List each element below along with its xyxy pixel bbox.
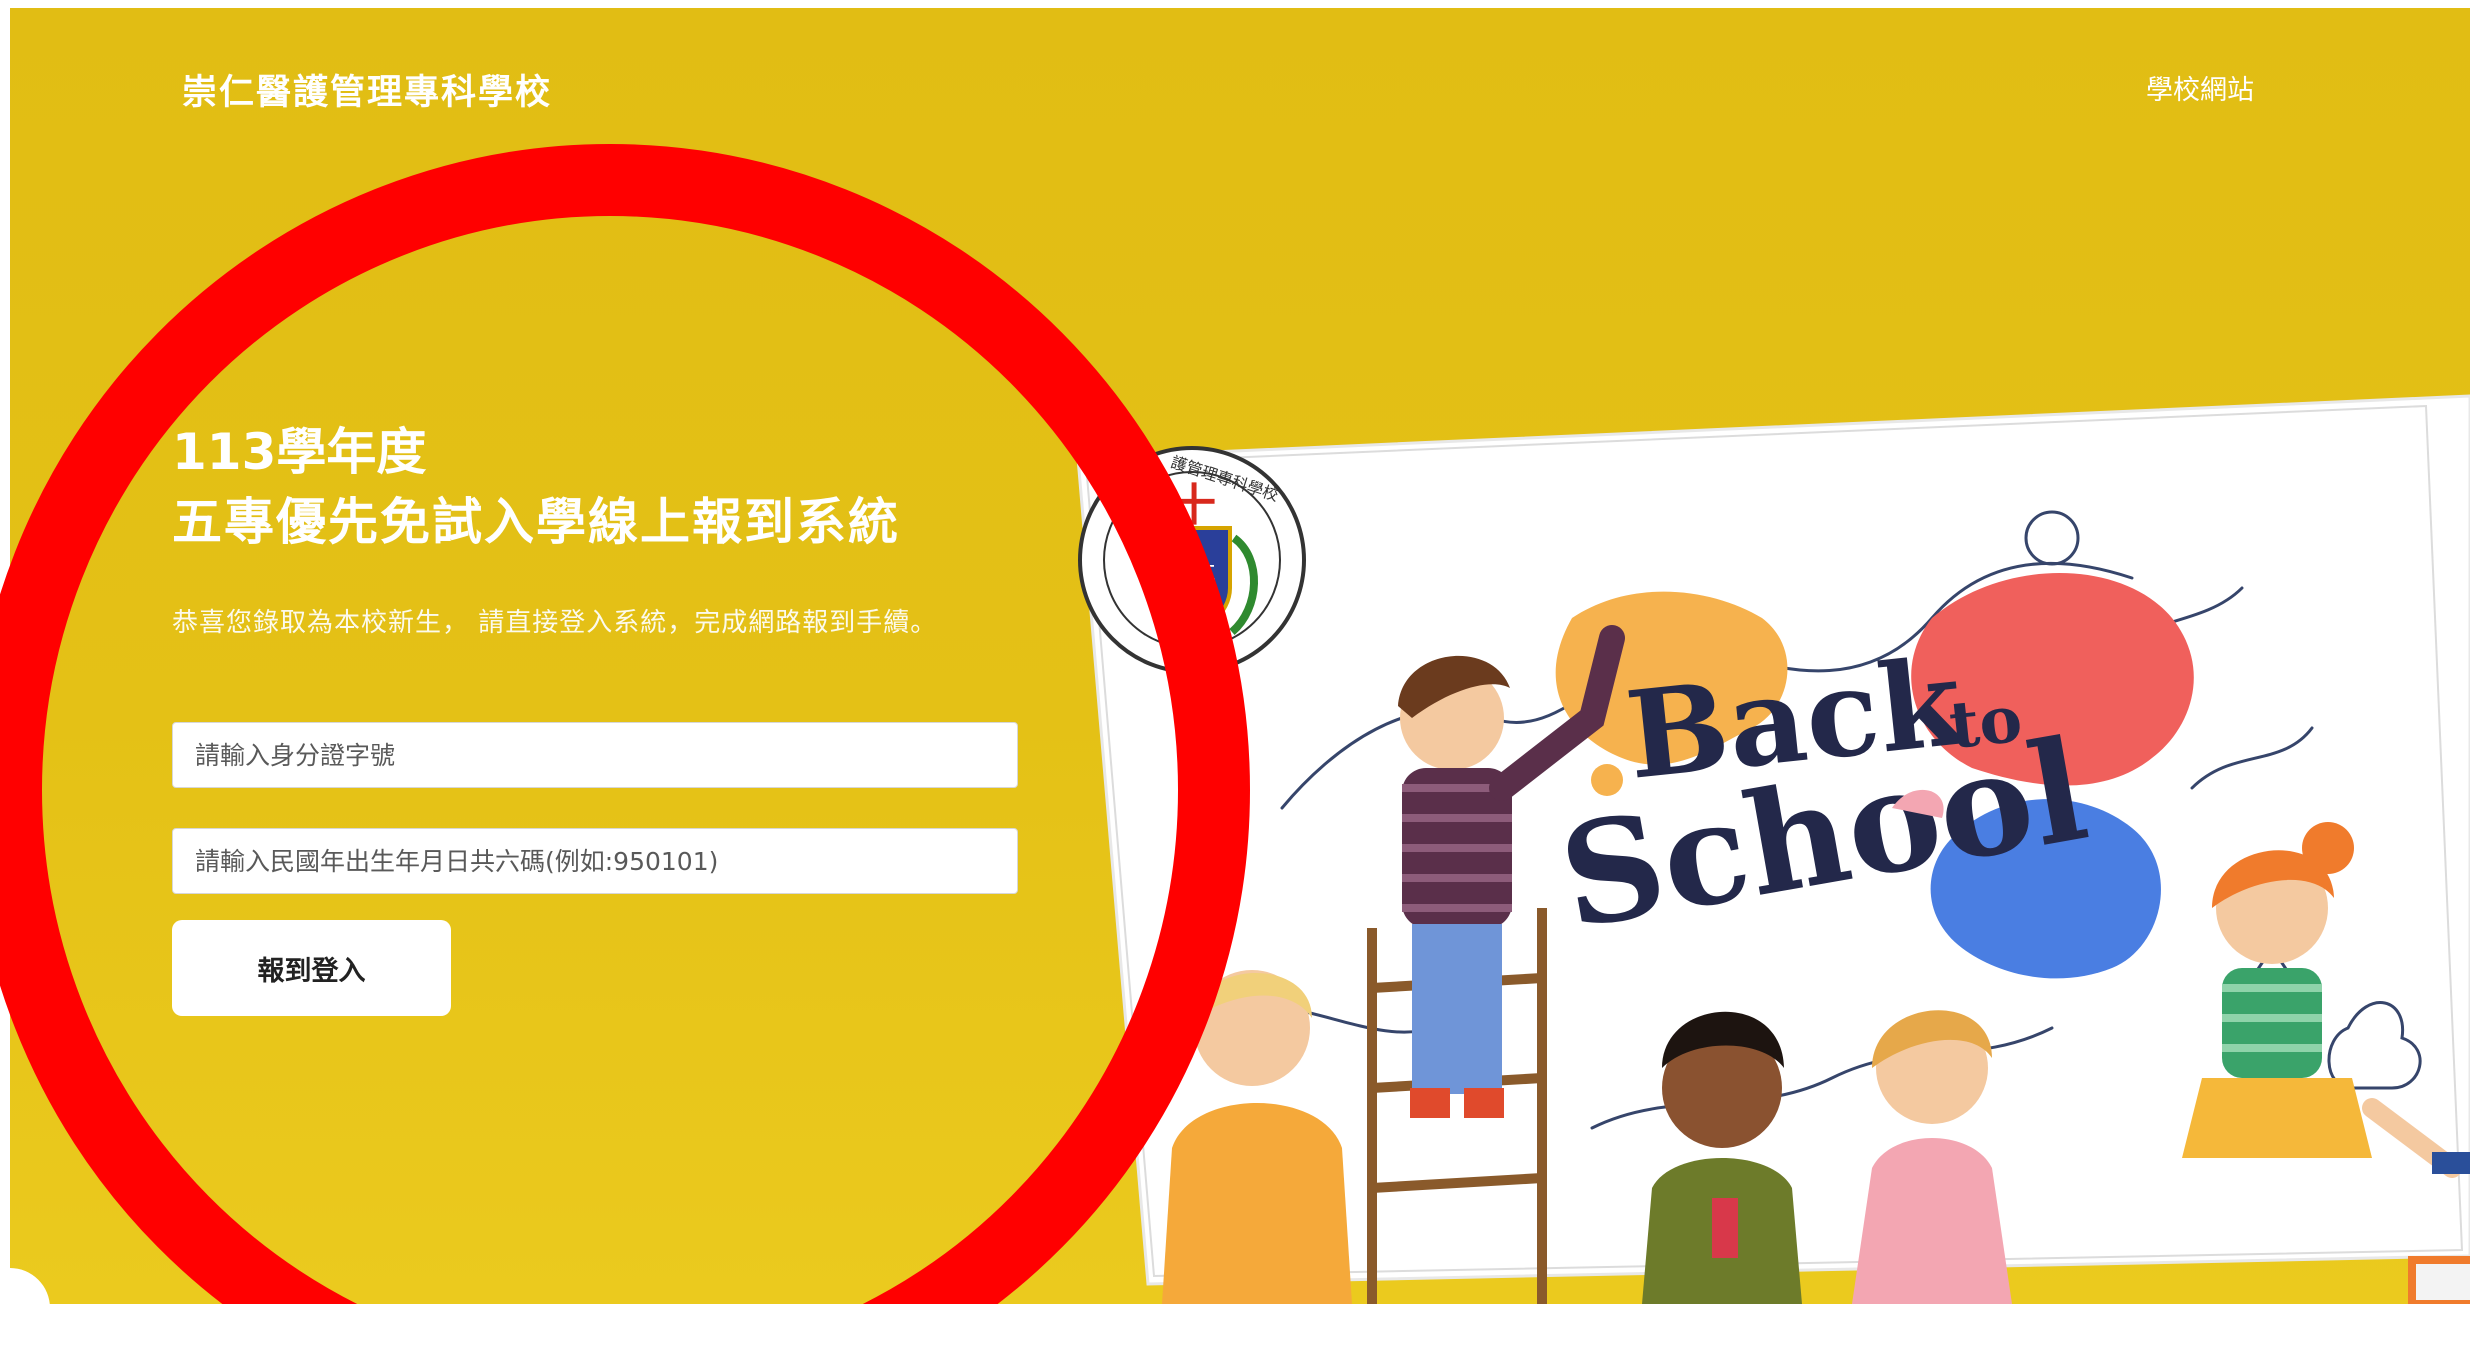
login-button[interactable]: 報到登入 [172, 920, 451, 1016]
svg-text:1971: 1971 [1170, 648, 1211, 667]
svg-text:仁: 仁 [1194, 561, 1216, 586]
back-to-school-illustration: Back to School 護管理專科學校 十 崇 仁 1971 [1076, 394, 2470, 1304]
school-website-link[interactable]: 學校網站 [2146, 68, 2254, 107]
school-brand[interactable]: 崇仁醫護管理專科學校 [182, 64, 552, 115]
svg-text:十: 十 [1172, 480, 1216, 531]
id-number-input[interactable] [172, 722, 1018, 788]
birthdate-input[interactable] [172, 828, 1018, 894]
easel-frame [2408, 1256, 2470, 1304]
school-seal-logo: 護管理專科學校 十 崇 仁 1971 [1078, 446, 1306, 674]
academic-year-title: 113學年度 [172, 423, 427, 481]
system-title: 五專優先免試入學線上報到系統 [172, 493, 900, 551]
svg-text:崇: 崇 [1160, 561, 1182, 586]
welcome-message: 恭喜您錄取為本校新生， 請直接登入系統，完成網路報到手續。 [172, 608, 938, 638]
